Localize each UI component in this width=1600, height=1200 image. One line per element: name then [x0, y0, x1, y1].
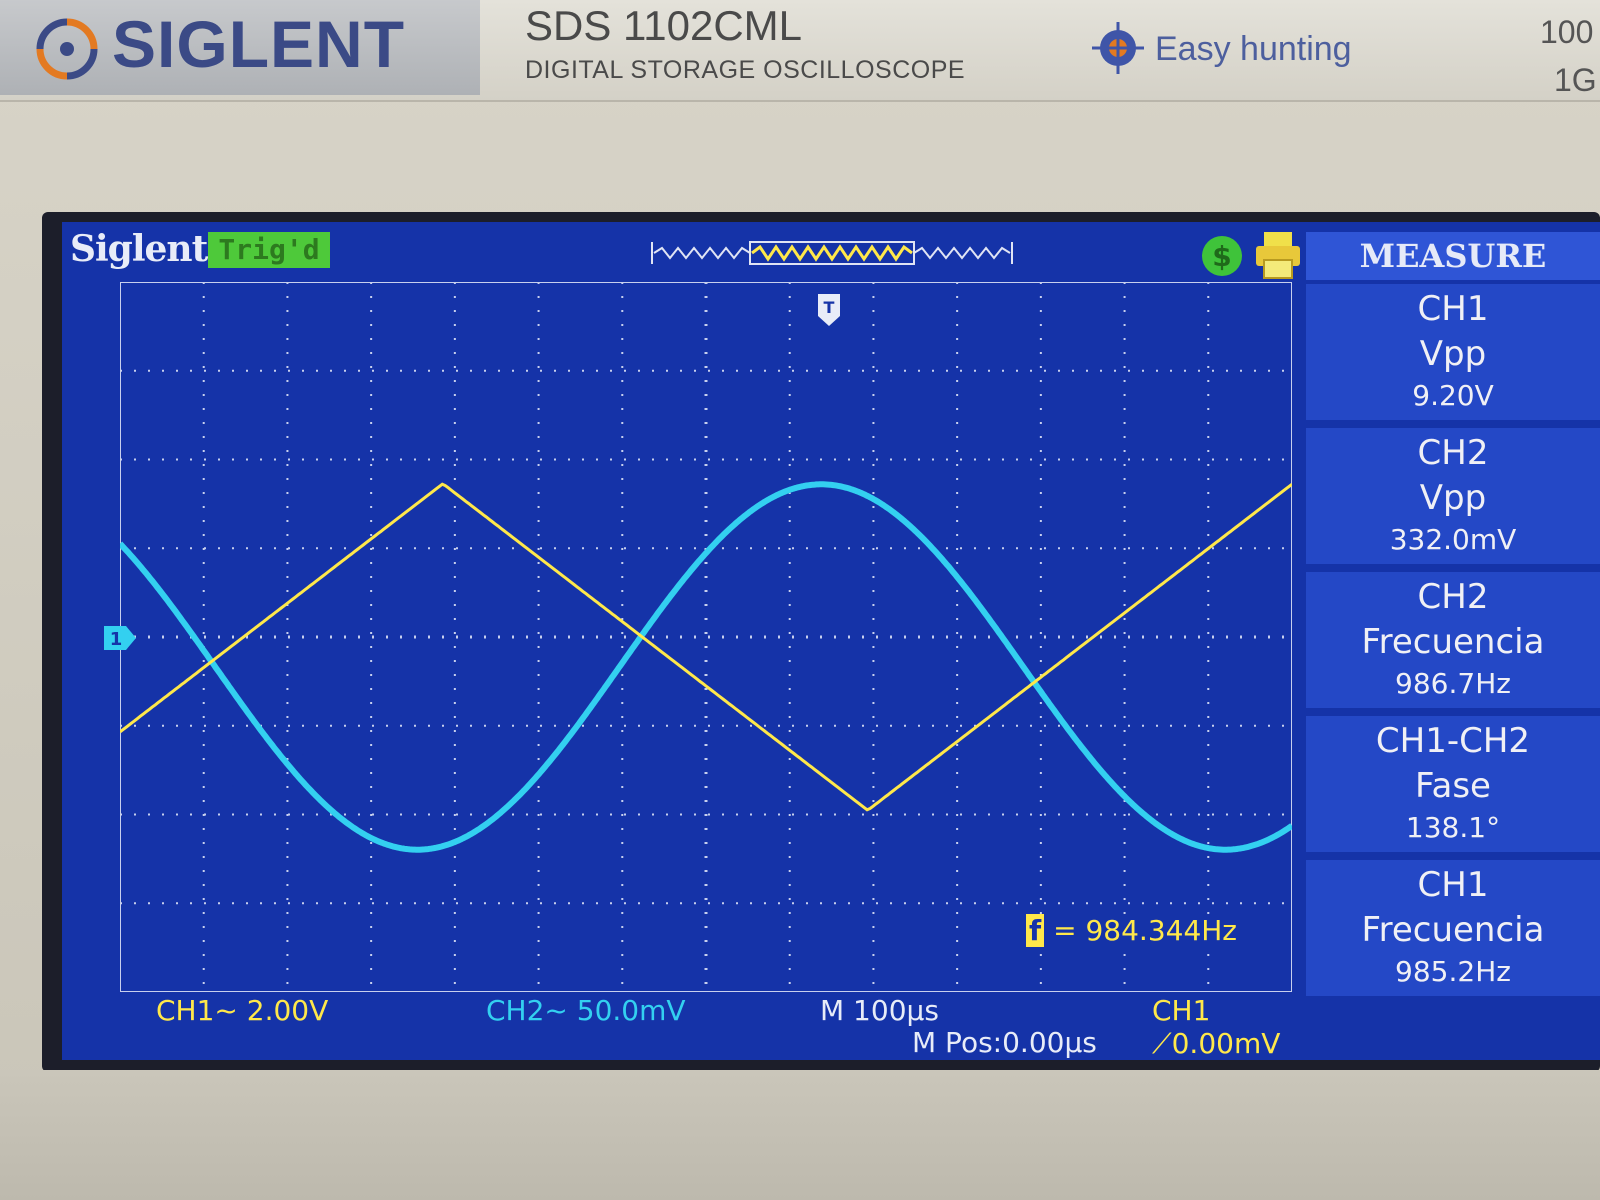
horizontal-position-readout: M Pos:0.00μs — [912, 1026, 1097, 1059]
top-label-strip: SIGLENT SDS 1102CML DIGITAL STORAGE OSCI… — [0, 0, 1600, 102]
svg-text:$: $ — [1212, 240, 1231, 273]
trigger-status-badge: Trig'd — [208, 232, 330, 268]
measure-item-ch1-frequency[interactable]: CH1 Frecuencia 985.2Hz — [1306, 860, 1600, 1000]
measure-item-ch1-vpp[interactable]: CH1 Vpp 9.20V — [1306, 284, 1600, 424]
measure-item-phase[interactable]: CH1-CH2 Fase 138.1° — [1306, 716, 1600, 856]
printer-icon — [1256, 232, 1300, 279]
frequency-counter: f = 984.344Hz — [1022, 914, 1242, 947]
status-bar: CH1~ 2.00V CH2~ 50.0mV M 100μs M Pos:0.0… — [62, 992, 1300, 1060]
memory-position-bar — [651, 241, 1013, 265]
trigger-position-marker: T — [818, 294, 840, 326]
trigger-settings-readout: CH1 ⟋0.00mV — [1152, 994, 1281, 1060]
ch1-vertical-scale: CH1~ 2.00V — [156, 994, 329, 1027]
trigger-marker-label: T — [824, 298, 835, 317]
frequency-counter-icon: f — [1026, 914, 1045, 947]
measure-item-ch2-vpp[interactable]: CH2 Vpp 332.0mV — [1306, 428, 1600, 568]
ch1-ground-marker: 1 — [104, 626, 136, 650]
model-subtitle: DIGITAL STORAGE OSCILLOSCOPE — [525, 56, 966, 84]
usb-storage-icon: $ — [1202, 236, 1242, 276]
svg-text:1: 1 — [110, 629, 123, 650]
timebase-readout: M 100μs — [820, 994, 939, 1027]
easy-hunting-label: Easy hunting — [1155, 30, 1352, 68]
brand-plate: SIGLENT — [0, 0, 480, 95]
ch2-vertical-scale: CH2~ 50.0mV — [486, 994, 686, 1027]
siglent-swirl-icon — [36, 18, 98, 80]
screen-logo: Siglent — [70, 228, 208, 270]
grid-lines — [120, 282, 1292, 992]
measure-panel-title: MEASURE — [1306, 232, 1600, 280]
frequency-counter-value: 984.344Hz — [1085, 914, 1238, 947]
waveform-graticule: T — [120, 282, 1292, 992]
measure-panel: MEASURE CH1 Vpp 9.20V CH2 Vpp 332.0mV CH… — [1306, 232, 1600, 1060]
model-name: SDS 1102CML — [525, 2, 803, 49]
ch2-sine-trace — [120, 481, 1292, 853]
measure-item-ch2-frequency[interactable]: CH2 Frecuencia 986.7Hz — [1306, 572, 1600, 712]
crosshair-icon — [1092, 22, 1144, 74]
brand-name: SIGLENT — [112, 7, 406, 81]
spec-bandwidth: 100 — [1540, 14, 1594, 50]
scope-display: Siglent Trig'd $ T 1 f = 984.344Hz MEASU… — [62, 222, 1600, 1060]
lower-bezel — [0, 1070, 1600, 1200]
spec-samplerate: 1G — [1554, 62, 1597, 98]
